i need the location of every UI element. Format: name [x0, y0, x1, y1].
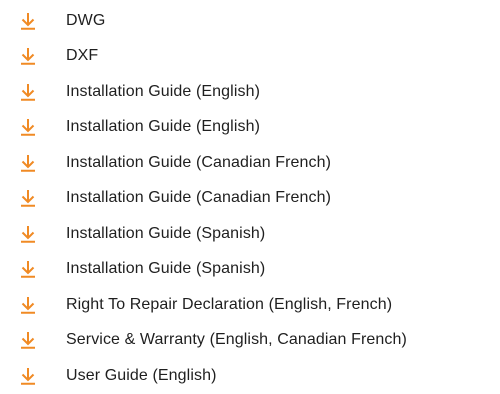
download-label[interactable]: Installation Guide (Canadian French): [66, 189, 331, 207]
download-label[interactable]: Installation Guide (Spanish): [66, 225, 265, 243]
download-arrow-icon[interactable]: [0, 3, 66, 39]
download-label[interactable]: DWG: [66, 12, 105, 30]
download-label[interactable]: Installation Guide (Spanish): [66, 260, 265, 278]
download-arrow-icon[interactable]: [0, 74, 66, 110]
download-arrow-icon[interactable]: [0, 110, 66, 146]
download-arrow-icon[interactable]: [0, 216, 66, 252]
download-link-installation-guide-spanish[interactable]: Installation Guide (Spanish): [0, 252, 500, 288]
download-link-installation-guide-english[interactable]: Installation Guide (English): [0, 110, 500, 146]
download-link-installation-guide-spanish[interactable]: Installation Guide (Spanish): [0, 216, 500, 252]
download-arrow-icon[interactable]: [0, 145, 66, 181]
download-arrow-icon[interactable]: [0, 181, 66, 217]
download-label[interactable]: DXF: [66, 47, 98, 65]
download-link-installation-guide-english[interactable]: Installation Guide (English): [0, 74, 500, 110]
download-label[interactable]: Installation Guide (Canadian French): [66, 154, 331, 172]
download-link-user-guide-english[interactable]: User Guide (English): [0, 358, 500, 394]
download-link-installation-guide-canadian-french[interactable]: Installation Guide (Canadian French): [0, 181, 500, 217]
download-arrow-icon[interactable]: [0, 39, 66, 75]
download-label[interactable]: Installation Guide (English): [66, 118, 260, 136]
download-arrow-icon[interactable]: [0, 323, 66, 359]
download-label[interactable]: Right To Repair Declaration (English, Fr…: [66, 296, 392, 314]
download-label[interactable]: Installation Guide (English): [66, 83, 260, 101]
download-link-right-to-repair-declaration[interactable]: Right To Repair Declaration (English, Fr…: [0, 287, 500, 323]
download-list: DWG DXF Installation Guide (English) Ins…: [0, 3, 500, 394]
download-link-installation-guide-canadian-french[interactable]: Installation Guide (Canadian French): [0, 145, 500, 181]
download-arrow-icon[interactable]: [0, 287, 66, 323]
download-label[interactable]: User Guide (English): [66, 367, 217, 385]
download-arrow-icon[interactable]: [0, 252, 66, 288]
download-arrow-icon[interactable]: [0, 358, 66, 394]
download-link-dwg[interactable]: DWG: [0, 3, 500, 39]
download-link-dxf[interactable]: DXF: [0, 39, 500, 75]
download-link-service-warranty[interactable]: Service & Warranty (English, Canadian Fr…: [0, 323, 500, 359]
download-label[interactable]: Service & Warranty (English, Canadian Fr…: [66, 331, 407, 349]
